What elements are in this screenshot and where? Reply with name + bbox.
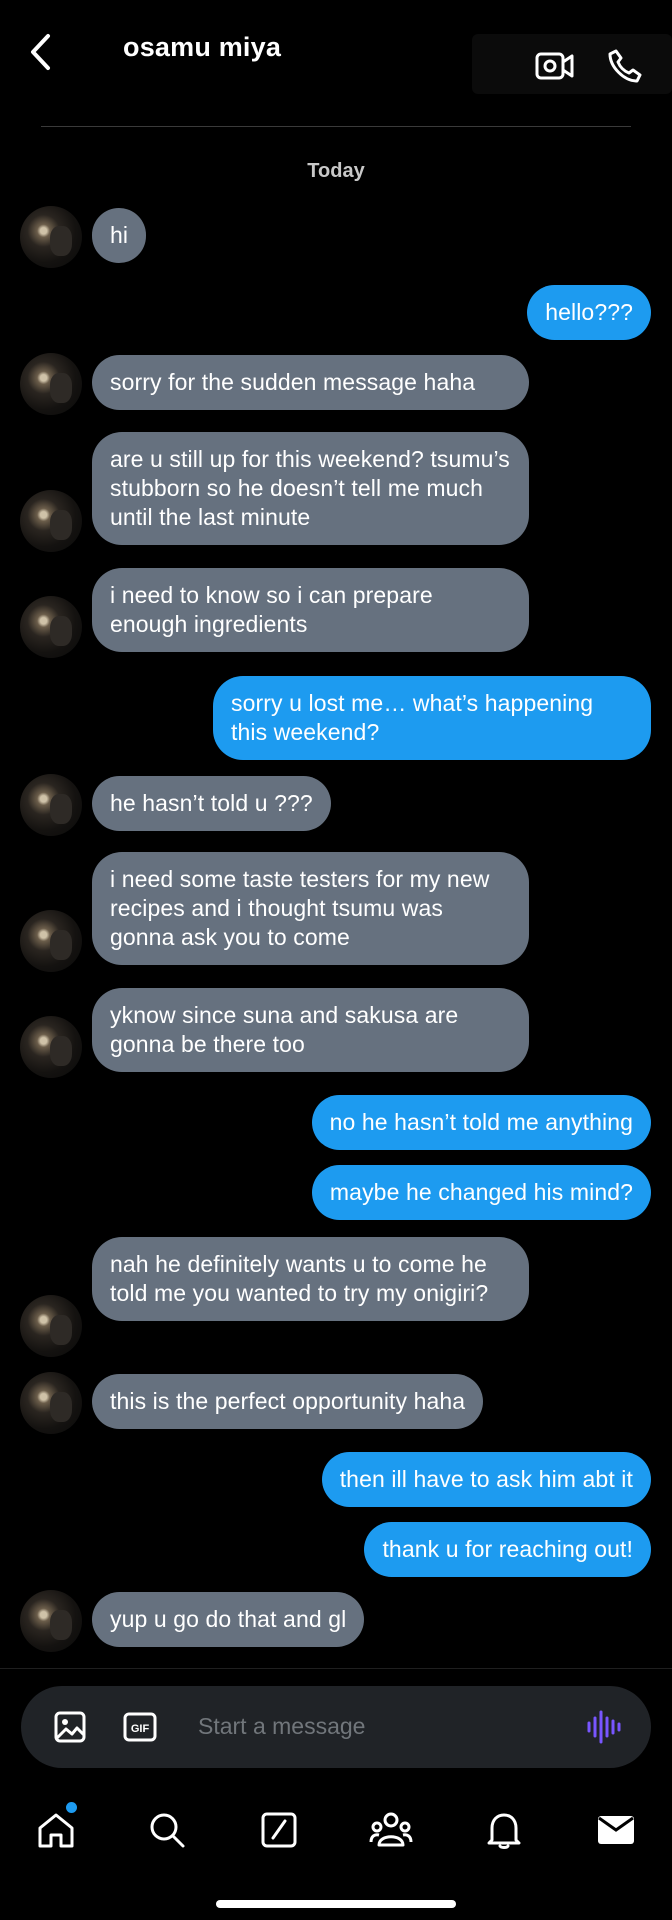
avatar[interactable] — [20, 206, 82, 268]
message-bubble[interactable]: i need to know so i can prepare enough i… — [92, 568, 529, 652]
chevron-left-icon — [31, 34, 50, 70]
gif-icon: GIF — [123, 1712, 157, 1742]
home-indicator — [216, 1900, 456, 1908]
tab-notifications[interactable] — [476, 1802, 532, 1858]
message-bubble[interactable]: are u still up for this weekend? tsumu’s… — [92, 432, 529, 545]
conversation-title[interactable]: osamu miya — [123, 32, 281, 63]
message-bubble[interactable]: i need some taste testers for my new rec… — [92, 852, 529, 965]
tab-compose[interactable] — [251, 1802, 307, 1858]
communities-icon — [369, 1812, 413, 1847]
message-bubble[interactable]: no he hasn’t told me anything — [311, 1095, 651, 1150]
tab-messages[interactable] — [588, 1802, 644, 1858]
tab-home[interactable] — [28, 1802, 84, 1858]
home-icon — [38, 1813, 74, 1848]
avatar[interactable] — [20, 1016, 82, 1078]
message-input[interactable]: Start a message — [198, 1713, 365, 1740]
video-camera-icon — [535, 52, 574, 80]
gif-label: GIF — [131, 1723, 150, 1735]
tab-communities[interactable] — [363, 1802, 419, 1858]
message-composer: GIF Start a message — [21, 1686, 651, 1768]
back-button[interactable] — [20, 28, 60, 76]
avatar[interactable] — [20, 1372, 82, 1434]
tab-search[interactable] — [139, 1802, 195, 1858]
header-divider — [41, 126, 631, 127]
date-divider: Today — [307, 160, 365, 182]
gif-button[interactable]: GIF — [120, 1707, 160, 1747]
avatar[interactable] — [20, 910, 82, 972]
avatar[interactable] — [20, 1295, 82, 1357]
message-bubble[interactable]: then ill have to ask him abt it — [321, 1452, 651, 1507]
avatar[interactable] — [20, 596, 82, 658]
message-bubble[interactable]: thank u for reaching out! — [364, 1522, 651, 1577]
message-bubble[interactable]: he hasn’t told u ??? — [92, 776, 331, 831]
phone-call-button[interactable] — [603, 44, 647, 88]
message-bubble[interactable]: hi — [92, 208, 147, 263]
voice-wave-icon — [587, 1710, 621, 1744]
avatar[interactable] — [20, 490, 82, 552]
image-icon — [54, 1711, 86, 1743]
call-actions — [472, 34, 672, 94]
phone-icon — [608, 49, 642, 83]
avatar[interactable] — [20, 353, 82, 415]
attach-image-button[interactable] — [50, 1707, 90, 1747]
message-bubble[interactable]: sorry u lost me… what’s happening this w… — [213, 676, 651, 760]
message-bubble[interactable]: hello??? — [527, 285, 651, 340]
search-icon — [150, 1813, 185, 1848]
conversation-header: osamu miya — [0, 0, 672, 128]
message-bubble[interactable]: yknow since suna and sakusa are gonna be… — [92, 988, 529, 1072]
avatar[interactable] — [20, 774, 82, 836]
bell-icon — [487, 1813, 521, 1849]
message-bubble[interactable]: maybe he changed his mind? — [311, 1165, 651, 1220]
message-bubble[interactable]: nah he definitely wants u to come he tol… — [92, 1237, 529, 1321]
message-bubble[interactable]: this is the perfect opportunity haha — [92, 1374, 484, 1429]
compose-icon — [261, 1812, 297, 1848]
video-call-button[interactable] — [533, 44, 577, 88]
voice-message-button[interactable] — [583, 1707, 623, 1747]
notification-dot — [66, 1802, 77, 1813]
composer-divider — [0, 1668, 672, 1669]
avatar[interactable] — [20, 1590, 82, 1652]
message-bubble[interactable]: sorry for the sudden message haha — [92, 355, 529, 410]
message-bubble[interactable]: yup u go do that and gl — [92, 1592, 365, 1647]
mail-icon — [598, 1816, 634, 1844]
